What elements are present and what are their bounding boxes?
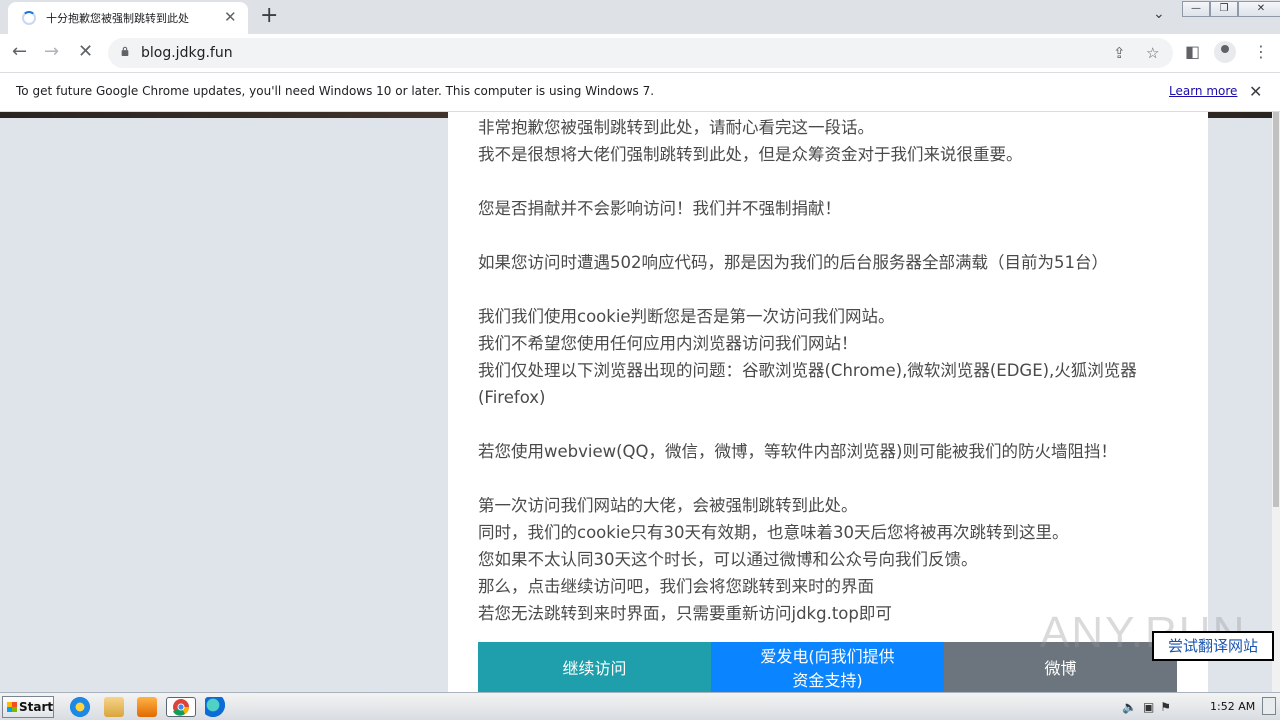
browser-toolbar: ← → ✕ blog.jdkg.fun ⇪ ☆ ◧ ⋮	[0, 34, 1280, 72]
continue-button[interactable]: 继续访问	[478, 642, 711, 692]
url-text[interactable]: blog.jdkg.fun	[141, 45, 233, 61]
edge-icon[interactable]	[205, 697, 225, 717]
update-infobar: To get future Google Chrome updates, you…	[0, 72, 1280, 112]
page-viewport: 非常抱歉您被强制跳转到此处，请耐心看完这一段话。 我不是很想将大佬们强制跳转到此…	[0, 112, 1272, 692]
new-tab-button[interactable]: +	[260, 5, 278, 27]
loading-spinner-icon	[22, 11, 36, 25]
donate-label-line1: 爱发电(向我们提供	[760, 647, 895, 666]
notice-line: 我们仅处理以下浏览器出现的问题：谷歌浏览器(Chrome),微软浏览器(EDGE…	[478, 361, 1137, 407]
system-tray: 🔈 ▣ ⚑	[1122, 695, 1171, 719]
window-controls: — ❐ ✕	[1182, 1, 1280, 17]
network-icon[interactable]: ▣	[1143, 700, 1154, 714]
browser-tab[interactable]: 十分抱歉您被强制跳转到此处 ✕	[8, 2, 248, 34]
notice-line	[478, 465, 1178, 492]
start-button[interactable]: Start	[2, 696, 54, 718]
tab-search-chevron-icon[interactable]: ⌄	[1153, 6, 1165, 22]
notice-line: 非常抱歉您被强制跳转到此处，请耐心看完这一段话。	[478, 118, 874, 137]
side-panel-icon[interactable]: ◧	[1185, 42, 1200, 61]
notice-line	[478, 411, 1178, 438]
address-bar[interactable]: blog.jdkg.fun ⇪ ☆	[108, 38, 1173, 68]
window-close-button[interactable]: ✕	[1238, 1, 1280, 17]
minimize-button[interactable]: —	[1182, 1, 1210, 17]
chrome-icon	[173, 699, 190, 716]
file-explorer-icon[interactable]	[104, 697, 124, 717]
windows-taskbar: Start 🔈 ▣ ⚑ 1:52 AM	[0, 692, 1280, 720]
bookmark-star-icon[interactable]: ☆	[1146, 44, 1159, 62]
share-icon[interactable]: ⇪	[1113, 44, 1126, 62]
notice-line: 若您使用webview(QQ，微信，微博，等软件内部浏览器)则可能被我们的防火墙…	[478, 442, 1117, 461]
notice-line	[478, 168, 1178, 195]
tab-strip: 十分抱歉您被强制跳转到此处 ✕ + ⌄ — ❐ ✕	[0, 0, 1280, 34]
close-tab-icon[interactable]: ✕	[224, 9, 237, 25]
notice-line: 我们我们使用cookie判断您是否是第一次访问我们网站。	[478, 307, 895, 326]
scrollbar-thumb[interactable]	[1273, 112, 1279, 507]
speaker-icon[interactable]: 🔈	[1122, 700, 1137, 714]
profile-avatar-icon[interactable]	[1214, 41, 1236, 63]
stop-loading-icon[interactable]: ✕	[78, 42, 93, 62]
notice-line: 我们不希望您使用任何应用内浏览器访问我们网站！	[478, 334, 858, 353]
action-center-flag-icon[interactable]: ⚑	[1160, 700, 1171, 714]
notice-line: 我不是很想将大佬们强制跳转到此处，但是众筹资金对于我们来说很重要。	[478, 145, 1023, 164]
show-desktop-button[interactable]	[1262, 697, 1276, 715]
donate-label: 爱发电(向我们提供 资金支持)	[711, 642, 944, 692]
chrome-taskbar-button[interactable]	[166, 697, 196, 717]
forward-icon[interactable]: →	[44, 42, 59, 62]
notice-line: 同时，我们的cookie只有30天有效期，也意味着30天后您将被再次跳转到这里。	[478, 523, 1069, 542]
notice-line	[478, 276, 1178, 303]
notice-line	[478, 222, 1178, 249]
notice-text: 非常抱歉您被强制跳转到此处，请耐心看完这一段话。 我不是很想将大佬们强制跳转到此…	[478, 114, 1178, 627]
notice-line: 您如果不太认同30天这个时长，可以通过微博和公众号向我们反馈。	[478, 550, 978, 569]
learn-more-link[interactable]: Learn more	[1169, 84, 1237, 98]
notice-line: 第一次访问我们网站的大佬，会被强制跳转到此处。	[478, 496, 858, 515]
donate-button[interactable]: 爱发电(向我们提供 资金支持)	[711, 642, 944, 692]
notice-line: 那么，点击继续访问吧，我们会将您跳转到来时的界面	[478, 577, 874, 596]
internet-explorer-icon[interactable]	[70, 697, 90, 717]
back-icon[interactable]: ←	[12, 42, 27, 62]
page-scrollbar[interactable]	[1272, 112, 1280, 692]
notice-line: 如果您访问时遭遇502响应代码，那是因为我们的后台服务器全部满载（目前为51台）	[478, 253, 1108, 272]
continue-label: 继续访问	[562, 659, 627, 678]
menu-kebab-icon[interactable]: ⋮	[1253, 42, 1269, 61]
infobar-message: To get future Google Chrome updates, you…	[16, 84, 655, 98]
infobar-close-icon[interactable]: ✕	[1249, 82, 1262, 101]
translate-site-button[interactable]: 尝试翻译网站	[1152, 631, 1274, 661]
lock-icon[interactable]	[120, 46, 130, 56]
content-panel: 非常抱歉您被强制跳转到此处，请耐心看完这一段话。 我不是很想将大佬们强制跳转到此…	[448, 112, 1208, 692]
tab-title: 十分抱歉您被强制跳转到此处	[46, 12, 189, 25]
taskbar-clock[interactable]: 1:52 AM	[1210, 700, 1255, 713]
maximize-button[interactable]: ❐	[1210, 1, 1238, 17]
media-player-icon[interactable]	[137, 697, 157, 717]
notice-line: 您是否捐献并不会影响访问！我们并不强制捐献！	[478, 199, 841, 218]
donate-label-line2: 资金支持)	[792, 671, 863, 690]
